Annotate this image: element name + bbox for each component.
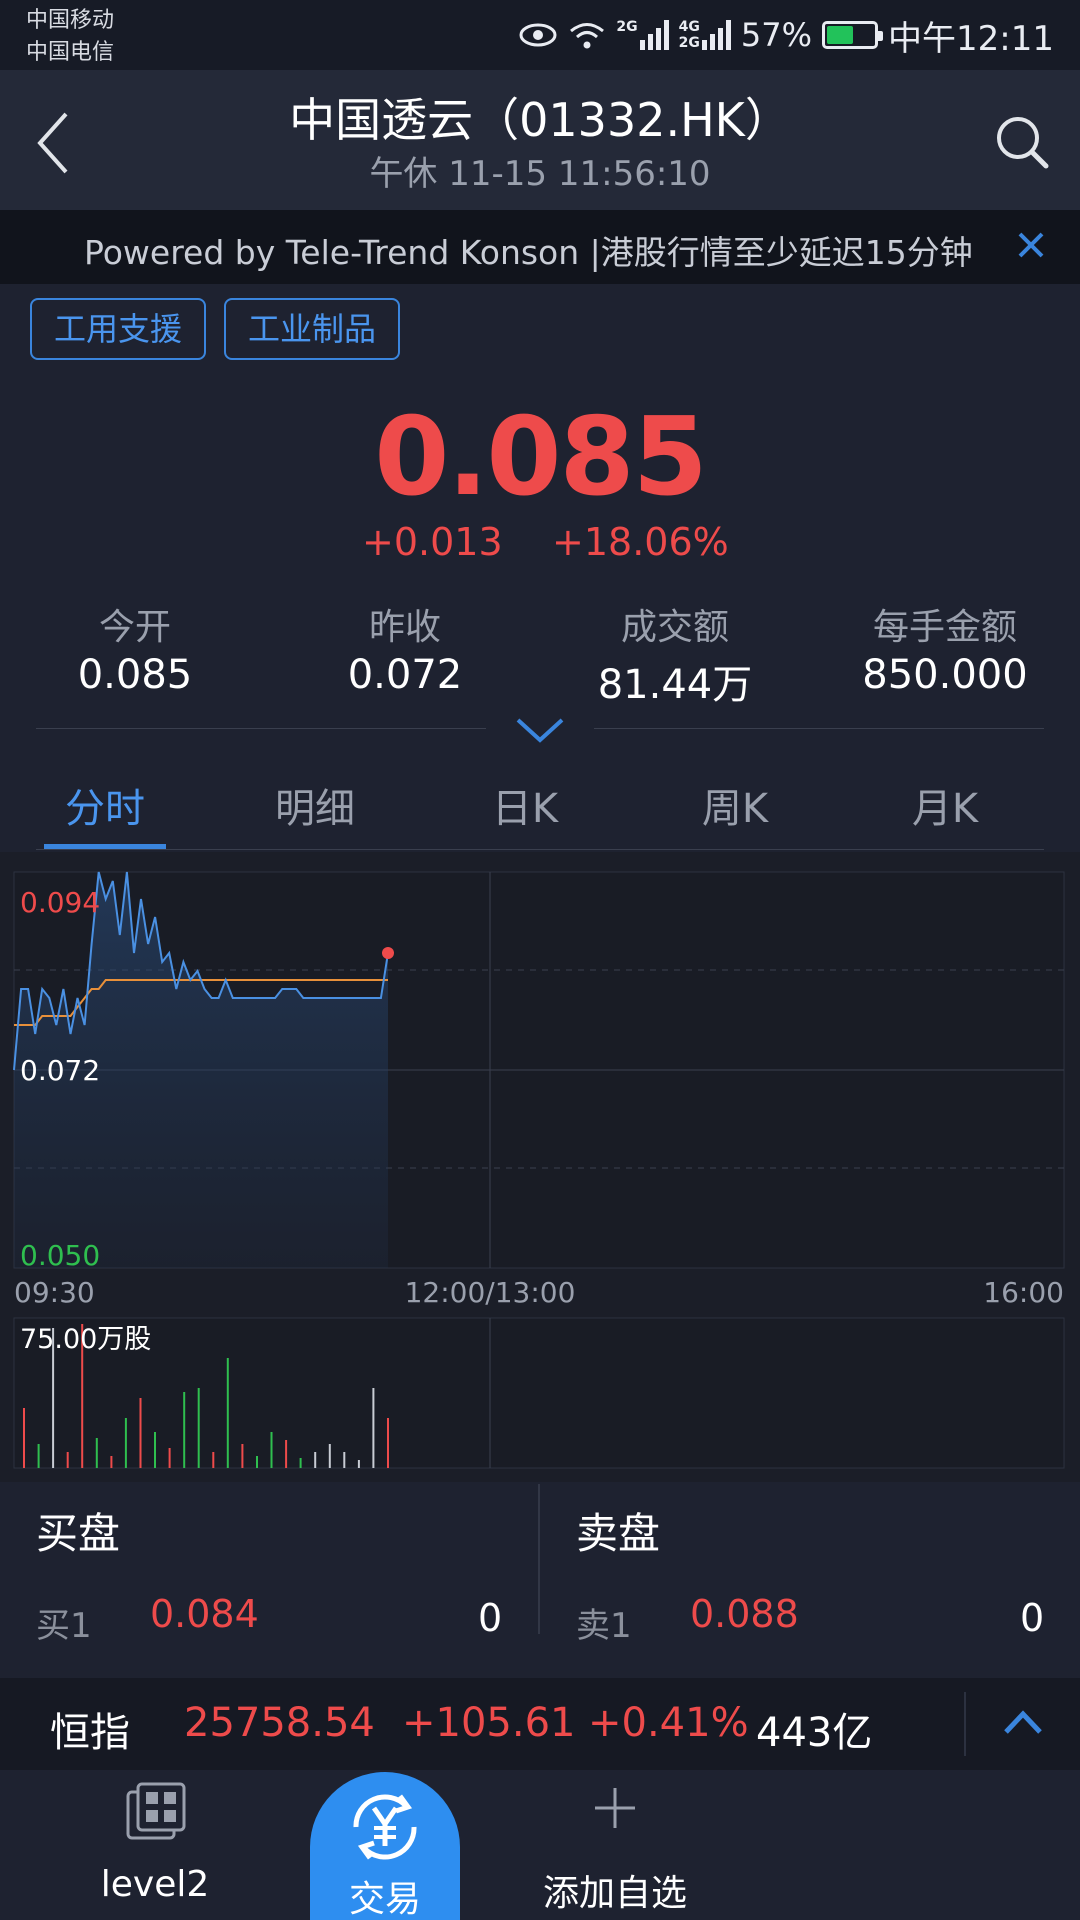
expand-chevron-down-icon[interactable] <box>514 714 566 744</box>
x-label-lunch: 12:00/13:00 <box>405 1276 576 1309</box>
x-label-close: 16:00 <box>983 1276 1064 1309</box>
tab-details[interactable]: 明细 <box>210 776 420 834</box>
level2-button[interactable]: level2 <box>70 1780 240 1910</box>
sell-side-title: 卖盘 <box>576 1509 661 1558</box>
stat-open-value: 0.085 <box>77 652 193 698</box>
price-change: +0.013 <box>362 520 503 564</box>
battery-percent: 57% <box>740 16 813 54</box>
y-label-prev-close: 0.072 <box>20 1054 100 1087</box>
net-type-2a: 4G <box>678 19 700 35</box>
intraday-chart[interactable]: 0.094 0.072 0.050 09:30 12:00/13:00 16:0… <box>0 852 1080 1482</box>
expand-up-chevron-icon[interactable] <box>1002 1708 1044 1738</box>
y-label-high: 0.094 <box>20 886 100 919</box>
bid-1-label: 买1 <box>36 1606 92 1646</box>
app-header: 中国透云（01332.HK） 午休 11-15 11:56:10 <box>0 70 1080 210</box>
divider-right <box>594 728 1044 729</box>
x-label-open: 09:30 <box>14 1276 95 1309</box>
status-icons: 2G 4G 2G 57% 中午12:11 <box>518 14 1054 59</box>
battery-icon <box>822 21 884 49</box>
trade-label: 交易 <box>348 1879 421 1920</box>
index-ticker-bar[interactable]: 恒指 25758.54 +105.61 +0.41% 443亿 <box>0 1678 1080 1770</box>
bid-1-quantity: 0 <box>478 1596 503 1640</box>
plus-icon <box>595 1788 635 1828</box>
index-name: 恒指 <box>50 1710 130 1756</box>
signal-1: 2G <box>616 19 669 50</box>
volume-panel-frame <box>13 1317 1065 1469</box>
buy-side-title: 买盘 <box>36 1509 121 1558</box>
price-change-percent: +18.06% <box>552 520 729 564</box>
tab-monthly-k[interactable]: 月K <box>840 776 1050 834</box>
stat-prev-close-label: 昨收 <box>368 607 441 648</box>
index-change-percent: +0.41% <box>588 1700 749 1746</box>
add-watchlist-label: 添加自选 <box>542 1873 687 1914</box>
stat-open-label: 今开 <box>98 607 171 648</box>
tab-intraday[interactable]: 分时 <box>0 776 210 834</box>
signal-bars-2-icon <box>701 20 731 50</box>
yen-exchange-icon <box>353 1794 417 1860</box>
bid-1-price[interactable]: 0.084 <box>150 1592 259 1636</box>
notice-text: Powered by Tele-Trend Konson |港股行情至少延迟15… <box>84 233 973 272</box>
industry-tag-2[interactable]: 工业制品 <box>224 298 401 360</box>
bottom-navigation: level2 交易 添加自选 <box>0 1770 1080 1920</box>
clock: 中午12:11 <box>888 18 1054 59</box>
trade-button[interactable]: 交易 <box>310 1772 460 1920</box>
close-icon[interactable] <box>1008 222 1054 268</box>
search-icon[interactable] <box>994 114 1050 170</box>
delay-notice: Powered by Tele-Trend Konson |港股行情至少延迟15… <box>0 210 1080 284</box>
index-value: 25758.54 <box>184 1700 375 1746</box>
index-bar-divider <box>964 1692 966 1756</box>
signal-2: 4G 2G <box>679 20 731 50</box>
latest-price-dot <box>382 947 394 959</box>
volume-max-label: 75.00万股 <box>20 1324 151 1355</box>
ask-1-quantity: 0 <box>1020 1596 1045 1640</box>
tabs-divider <box>36 849 1044 850</box>
net-type-1: 2G <box>616 19 638 35</box>
industry-tag-1[interactable]: 工用支援 <box>30 298 207 360</box>
order-book <box>0 1482 1080 1678</box>
net-type-2b: 2G <box>678 35 700 51</box>
carrier-1: 中国移动 <box>26 8 115 33</box>
current-price: 0.085 <box>374 395 708 520</box>
stat-lot-amount-label: 每手金额 <box>872 607 1017 648</box>
level2-grid-icon <box>126 1782 186 1840</box>
tab-weekly-k[interactable]: 周K <box>630 776 840 834</box>
carrier-2: 中国电信 <box>26 40 115 65</box>
stock-title: 中国透云（01332.HK） <box>289 93 791 147</box>
level2-label: level2 <box>100 1864 210 1905</box>
y-label-low: 0.050 <box>20 1239 100 1272</box>
stat-lot-amount-value: 850.000 <box>862 652 1028 698</box>
tab-daily-k[interactable]: 日K <box>420 776 630 834</box>
market-status: 午休 11-15 11:56:10 <box>369 154 711 194</box>
ask-1-label: 卖1 <box>576 1606 632 1646</box>
divider-left <box>36 728 486 729</box>
stat-prev-close-value: 0.072 <box>347 652 463 698</box>
add-watchlist-button[interactable]: 添加自选 <box>520 1780 710 1914</box>
status-bar: 中国移动 中国电信 2G 4G 2G 57% 中午12:11 <box>0 0 1080 70</box>
signal-bars-1-icon <box>639 20 669 50</box>
intraday-chart-area: 0.094 0.072 0.050 09:30 12:00/13:00 16:0… <box>0 852 1080 1482</box>
order-book-divider <box>538 1484 540 1634</box>
wifi-icon <box>570 23 605 49</box>
stat-turnover-value: 81.44万 <box>597 662 753 708</box>
ask-1-price[interactable]: 0.088 <box>690 1592 799 1636</box>
eye-icon <box>519 23 557 47</box>
stat-turnover-label: 成交额 <box>620 607 729 648</box>
index-turnover: 443亿 <box>756 1710 873 1756</box>
index-change: +105.61 <box>402 1700 576 1746</box>
